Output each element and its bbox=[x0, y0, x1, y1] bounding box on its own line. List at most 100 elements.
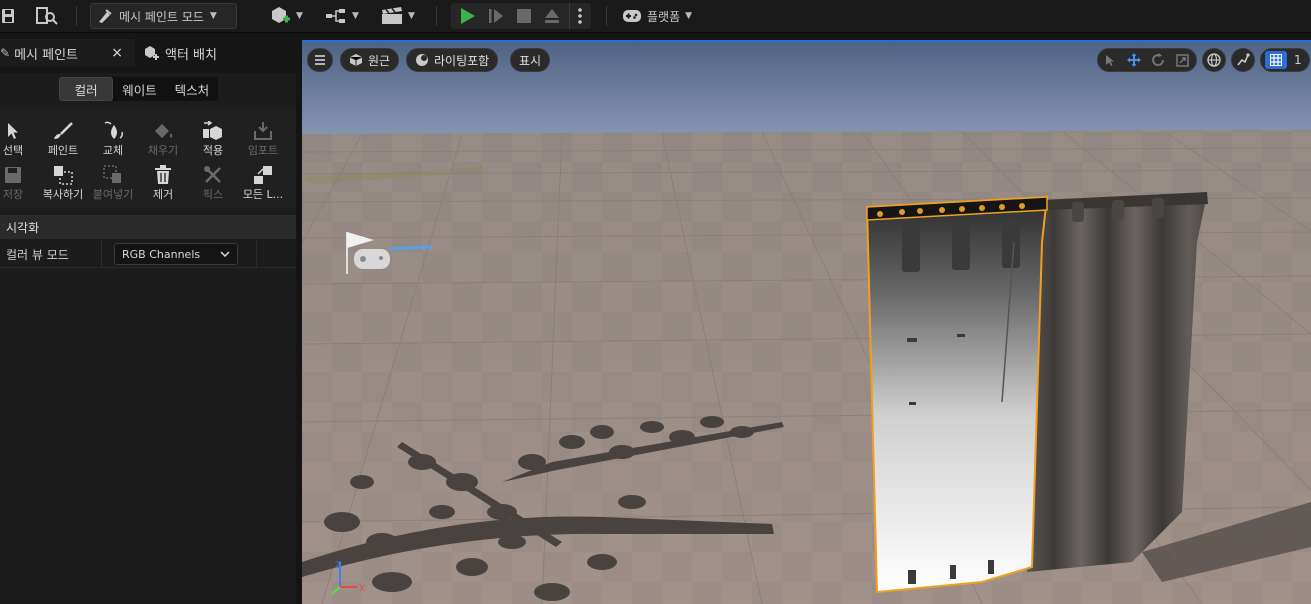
stop-icon[interactable] bbox=[511, 3, 537, 29]
chevron-down-icon: ▼ bbox=[685, 11, 693, 21]
tool-swap-label: 교체 bbox=[102, 144, 124, 157]
swap-icon bbox=[104, 121, 124, 139]
tool-import-label: 임포트 bbox=[247, 144, 279, 157]
section-visualization[interactable]: 시각화 bbox=[0, 215, 296, 239]
rotate-mode-icon[interactable] bbox=[1146, 49, 1170, 71]
toolbar-separator bbox=[436, 6, 437, 26]
subtab-color[interactable]: 컬러 bbox=[59, 77, 114, 101]
property-row-color-view-mode: 컬러 뷰 모드 RGB Channels bbox=[0, 240, 296, 268]
tab-mesh-paint[interactable]: ✎ 메시 페인트 × bbox=[0, 39, 135, 67]
paint-tools-grid: 선택 페인트 교체 채우기 적용 임포트 저장 복사하기 붙여넣기 제거 픽스 … bbox=[0, 108, 296, 208]
platform-icon bbox=[623, 10, 641, 22]
play-icon[interactable] bbox=[455, 3, 481, 29]
translate-mode-icon[interactable] bbox=[1122, 49, 1146, 71]
perspective-button[interactable]: 원근 bbox=[340, 48, 400, 72]
color-view-mode-dropdown[interactable]: RGB Channels bbox=[114, 243, 238, 265]
lit-mode-label: 라이팅포함 bbox=[434, 53, 490, 68]
platform-button[interactable]: 플랫폼 ▼ bbox=[622, 3, 692, 29]
paint-mode-subtabs: 컬러 웨이트 텍스처 bbox=[59, 77, 218, 101]
hamburger-icon bbox=[315, 55, 325, 65]
chevron-down-icon: ▼ bbox=[352, 11, 359, 21]
mesh-paint-icon: ✎ bbox=[0, 46, 11, 60]
axis-z-label: Z bbox=[335, 561, 341, 571]
snap-icon bbox=[1237, 53, 1250, 66]
tool-select[interactable]: 선택 bbox=[0, 120, 38, 160]
viewport-scene: Z X bbox=[302, 42, 1311, 604]
chevron-down-icon bbox=[220, 251, 230, 257]
add-actor-button[interactable]: ▼ bbox=[266, 3, 306, 29]
eject-icon[interactable] bbox=[539, 3, 565, 29]
panel-tabs: ✎ 메시 페인트 × 액터 배치 bbox=[0, 33, 296, 73]
copy-icon bbox=[54, 166, 73, 185]
lit-icon bbox=[416, 54, 428, 66]
tab-place-actors-label: 액터 배치 bbox=[165, 47, 217, 63]
save-icon[interactable] bbox=[0, 3, 18, 29]
step-icon[interactable] bbox=[483, 3, 509, 29]
chevron-down-icon: ▼ bbox=[296, 11, 303, 21]
mode-icon bbox=[99, 9, 112, 23]
save-icon bbox=[5, 167, 21, 183]
chevron-down-icon: ▼ bbox=[408, 11, 415, 21]
tool-paste[interactable]: 붙여넣기 bbox=[88, 164, 138, 204]
tool-paint[interactable]: 페인트 bbox=[38, 120, 88, 160]
subtab-texture[interactable]: 텍스처 bbox=[166, 77, 218, 101]
tool-apply-label: 적용 bbox=[202, 144, 224, 157]
world-space-button[interactable] bbox=[1202, 48, 1226, 72]
tool-import[interactable]: 임포트 bbox=[238, 120, 288, 160]
tool-select-label: 선택 bbox=[2, 144, 24, 157]
main-toolbar: 메시 페인트 모드 ▼ ▼ ▼ ▼ 플랫폼 ▼ bbox=[0, 0, 1311, 33]
import-icon bbox=[254, 122, 272, 140]
tab-place-actors[interactable]: 액터 배치 bbox=[143, 39, 217, 67]
apply-icon bbox=[203, 121, 222, 140]
more-icon[interactable] bbox=[569, 3, 589, 29]
tool-all-lods-label: 모든 L... bbox=[242, 188, 284, 201]
chevron-down-icon: ▼ bbox=[209, 11, 217, 21]
toolbar-separator bbox=[606, 6, 607, 26]
grid-snap-value: 1 bbox=[1294, 53, 1302, 67]
select-icon bbox=[8, 123, 18, 139]
add-actor-icon bbox=[272, 7, 291, 23]
paste-icon bbox=[103, 165, 121, 183]
show-button[interactable]: 표시 bbox=[510, 48, 551, 72]
blueprint-button[interactable]: ▼ bbox=[322, 3, 362, 29]
grid-icon bbox=[1265, 51, 1287, 69]
tool-apply[interactable]: 적용 bbox=[188, 120, 238, 160]
toolbar-separator bbox=[76, 6, 77, 26]
fill-icon bbox=[155, 124, 172, 138]
globe-icon bbox=[1207, 53, 1221, 67]
mode-selector-button[interactable]: 메시 페인트 모드 ▼ bbox=[90, 3, 237, 29]
tool-remove[interactable]: 제거 bbox=[138, 164, 188, 204]
browse-icon[interactable] bbox=[34, 3, 60, 29]
tool-copy[interactable]: 복사하기 bbox=[38, 164, 88, 204]
grid-snap-button[interactable]: 1 bbox=[1260, 48, 1310, 72]
show-label: 표시 bbox=[519, 53, 542, 68]
mode-selector-label: 메시 페인트 모드 bbox=[119, 9, 204, 24]
perspective-icon bbox=[349, 54, 363, 66]
blueprint-icon bbox=[326, 9, 346, 23]
trash-icon bbox=[155, 165, 171, 184]
tool-all-lods[interactable]: 모든 L... bbox=[238, 164, 288, 204]
tool-paint-label: 페인트 bbox=[47, 144, 79, 157]
select-mode-icon[interactable] bbox=[1098, 49, 1122, 71]
tool-copy-label: 복사하기 bbox=[42, 188, 84, 201]
surface-snap-button[interactable] bbox=[1231, 48, 1255, 72]
tool-save[interactable]: 저장 bbox=[0, 164, 38, 204]
tool-swap[interactable]: 교체 bbox=[88, 120, 138, 160]
tool-fill[interactable]: 채우기 bbox=[138, 120, 188, 160]
subtab-weight[interactable]: 웨이트 bbox=[113, 77, 165, 101]
transform-tools-group bbox=[1097, 48, 1197, 72]
tool-fix-label: 픽스 bbox=[202, 188, 224, 201]
tab-mesh-paint-label: 메시 페인트 bbox=[14, 47, 78, 63]
tool-fix[interactable]: 픽스 bbox=[188, 164, 238, 204]
viewport-menu-button[interactable] bbox=[307, 48, 333, 72]
color-view-mode-value: RGB Channels bbox=[122, 247, 201, 261]
mesh-paint-panel: ✎ 메시 페인트 × 액터 배치 컬러 웨이트 텍스처 선택 페인트 교체 채우… bbox=[0, 33, 296, 604]
lit-mode-button[interactable]: 라이팅포함 bbox=[406, 48, 499, 72]
axis-x-label: X bbox=[359, 584, 365, 594]
scale-mode-icon[interactable] bbox=[1170, 49, 1194, 71]
cinematics-button[interactable]: ▼ bbox=[378, 3, 418, 29]
paint-brush-icon bbox=[54, 122, 73, 139]
close-icon[interactable]: × bbox=[111, 45, 123, 61]
fix-icon bbox=[204, 166, 221, 183]
level-viewport[interactable]: Z X 원근 라이팅포함 표시 1 bbox=[302, 40, 1311, 604]
